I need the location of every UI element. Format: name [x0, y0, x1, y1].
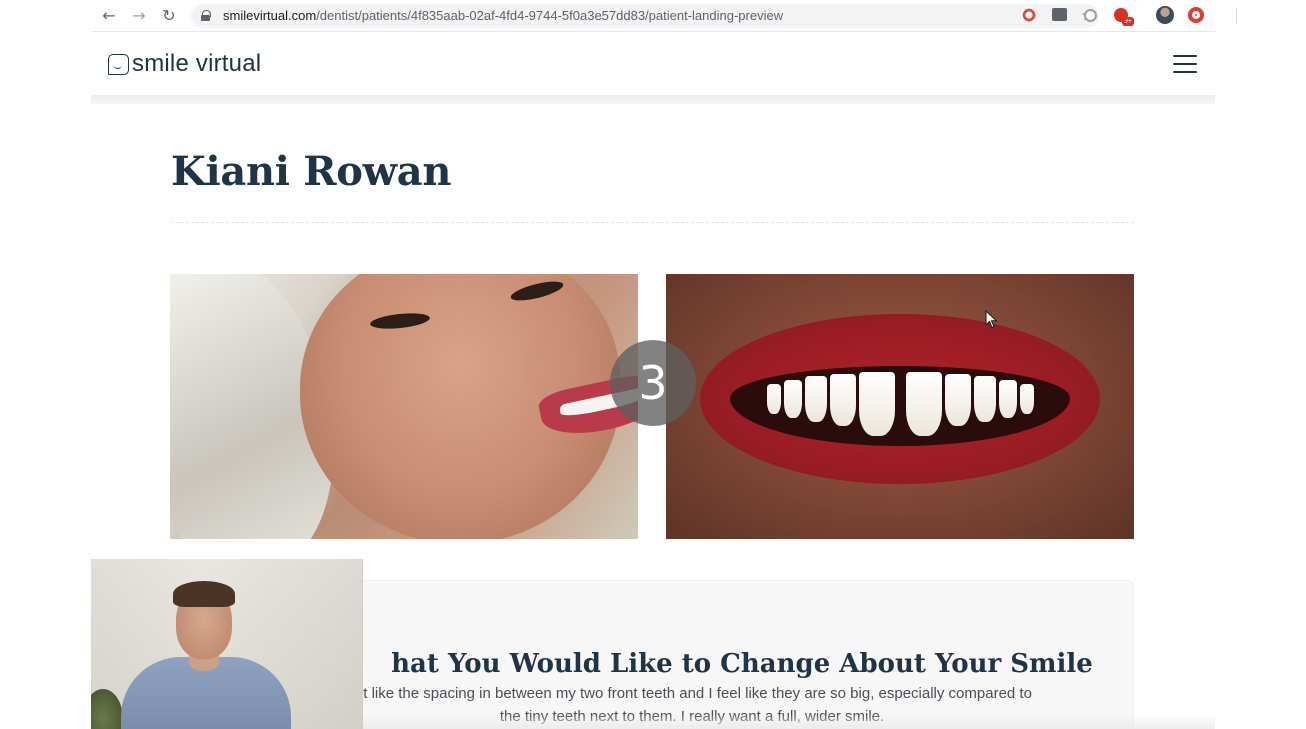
url-path: /dentist/patients/4f835aab-02af-4fd4-974… — [316, 8, 784, 23]
toolbar-separator — [1236, 8, 1237, 24]
card-title: hat You Would Like to Change About Your … — [391, 649, 1093, 679]
reload-icon[interactable]: ↻ — [159, 6, 179, 26]
forward-icon[interactable]: → — [129, 6, 149, 26]
extension-icon[interactable] — [1084, 9, 1097, 22]
extension-icon[interactable] — [1114, 8, 1128, 22]
before-photo — [170, 274, 638, 539]
logo-text: smile virtual — [132, 50, 262, 77]
site-logo[interactable]: smile virtual — [108, 50, 261, 78]
browser-toolbar: ← → ↻ smilevirtual.com/dentist/patients/… — [91, 0, 1237, 32]
page-title: Kiani Rowan — [171, 148, 452, 195]
slide-counter: 3 — [610, 340, 696, 426]
title-divider — [171, 222, 1134, 223]
extension-icon[interactable] — [1188, 7, 1204, 23]
lock-icon — [201, 10, 211, 21]
url-host: smilevirtual.com — [223, 8, 317, 23]
header-divider — [91, 95, 1215, 104]
site-header: smile virtual — [91, 33, 1215, 95]
logo-icon — [108, 53, 129, 75]
after-photo — [666, 274, 1134, 539]
back-icon[interactable]: ← — [99, 6, 119, 26]
mouse-cursor-icon — [985, 310, 998, 329]
extension-icon[interactable] — [1021, 7, 1037, 23]
address-bar[interactable]: smilevirtual.com/dentist/patients/4f835a… — [191, 4, 1099, 28]
extension-icon[interactable] — [1052, 8, 1067, 21]
webcam-overlay — [91, 559, 363, 729]
url-text[interactable]: smilevirtual.com/dentist/patients/4f835a… — [223, 8, 783, 23]
avatar[interactable] — [1156, 6, 1174, 24]
menu-icon[interactable] — [1173, 55, 1197, 73]
